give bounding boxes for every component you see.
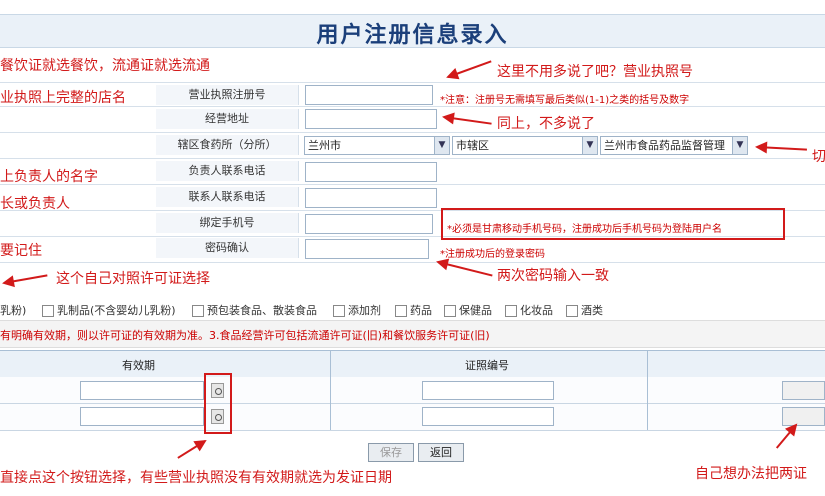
category-item[interactable]: 药品	[387, 302, 432, 318]
category-item[interactable]: 添加剂	[325, 302, 381, 318]
address-input[interactable]	[305, 109, 437, 129]
checkbox[interactable]	[42, 305, 54, 317]
address-label: 经营地址	[156, 109, 299, 129]
extra-input[interactable]	[782, 381, 825, 400]
checkbox[interactable]	[505, 305, 517, 317]
district-select[interactable]: 市辖区 ▼	[452, 136, 598, 155]
contact-person-phone-label: 负责人联系电话	[156, 161, 299, 181]
password-note: *注册成功后的登录密码	[440, 249, 545, 260]
checkbox[interactable]	[333, 305, 345, 317]
annotation: 长或负责人	[0, 196, 70, 212]
annotation: 切	[812, 149, 825, 165]
license-table-header: 有效期 证照编号	[0, 350, 825, 378]
category-item[interactable]: 预包装食品、散装食品	[184, 302, 317, 318]
contact-phone-label: 联系人联系电话	[156, 187, 299, 207]
checkbox[interactable]	[192, 305, 204, 317]
annotation: 餐饮证就选餐饮，流通证就选流通	[0, 58, 210, 74]
annotation: 自己想办法把两证	[695, 466, 807, 482]
district-select-value: 市辖区	[456, 139, 489, 152]
city-select[interactable]: 兰州市 ▼	[304, 136, 450, 155]
category-item[interactable]: 保健品	[436, 302, 492, 318]
validity-input[interactable]	[80, 407, 204, 426]
chevron-down-icon: ▼	[434, 137, 449, 154]
cert-no-input[interactable]	[422, 407, 554, 426]
annotation: 要记住	[0, 243, 42, 259]
col-validity: 有效期	[122, 359, 155, 372]
calendar-icon[interactable]	[211, 383, 224, 398]
license-no-note: *注意：注册号无需填写最后类似(1-1)之类的括号及数字	[440, 95, 690, 106]
annotation: 这个自己对照许可证选择	[56, 271, 210, 287]
annotation: 直接点这个按钮选择，有些营业执照没有有效期就选为发证日期	[0, 470, 392, 486]
office-select-value: 兰州市食品药品监督管理	[604, 139, 725, 152]
bind-mobile-note: *必须是甘肃移动手机号码，注册成功后手机号码为登陆用户名	[447, 224, 722, 235]
checkbox[interactable]	[395, 305, 407, 317]
contact-phone-input[interactable]	[305, 188, 437, 208]
contact-person-phone-input[interactable]	[305, 162, 437, 182]
arrow-icon	[177, 440, 206, 459]
password-confirm-label: 密码确认	[156, 238, 299, 258]
district-label: 辖区食药所（分所）	[156, 135, 299, 155]
arrow-icon	[3, 274, 48, 284]
save-button[interactable]: 保存	[368, 443, 414, 462]
license-no-label: 营业执照注册号	[156, 85, 299, 105]
annotation: 这里不用多说了吧？营业执照号	[497, 64, 693, 80]
annotation: 业执照上完整的店名	[0, 90, 126, 106]
chevron-down-icon: ▼	[732, 137, 747, 154]
cert-no-input[interactable]	[422, 381, 554, 400]
back-button[interactable]: 返回	[418, 443, 464, 462]
validity-input[interactable]	[80, 381, 204, 400]
warning-row: 有明确有效期，则以许可证的有效期为准。3.食品经营许可包括流通许可证(旧)和餐饮…	[0, 320, 825, 348]
category-row: 乳粉) 乳制品(不含婴幼儿乳粉) 预包装食品、散装食品 添加剂 药品 保健品 化…	[0, 298, 825, 320]
password-confirm-input[interactable]	[305, 239, 429, 259]
category-item: 乳粉)	[0, 304, 27, 317]
bind-mobile-label: 绑定手机号	[156, 213, 299, 233]
license-no-input[interactable]	[305, 85, 433, 105]
page-title: 用户注册信息录入	[316, 23, 509, 48]
calendar-icon[interactable]	[211, 409, 224, 424]
city-select-value: 兰州市	[308, 139, 341, 152]
category-item[interactable]: 乳制品(不含婴幼儿乳粉)	[34, 302, 176, 318]
warning-text: 有明确有效期，则以许可证的有效期为准。3.食品经营许可包括流通许可证(旧)和餐饮…	[0, 329, 490, 342]
annotation: 上负责人的名字	[0, 169, 98, 185]
annotation: 两次密码输入一致	[497, 268, 609, 284]
category-item[interactable]: 化妆品	[497, 302, 553, 318]
bind-mobile-input[interactable]	[305, 214, 433, 234]
annotation: 同上，不多说了	[497, 116, 595, 132]
office-select[interactable]: 兰州市食品药品监督管理 ▼	[600, 136, 748, 155]
arrow-icon	[447, 60, 492, 78]
arrow-icon	[437, 261, 493, 277]
col-cert-no: 证照编号	[465, 359, 509, 372]
checkbox[interactable]	[566, 305, 578, 317]
checkbox[interactable]	[444, 305, 456, 317]
category-item[interactable]: 酒类	[558, 302, 603, 318]
chevron-down-icon: ▼	[582, 137, 597, 154]
